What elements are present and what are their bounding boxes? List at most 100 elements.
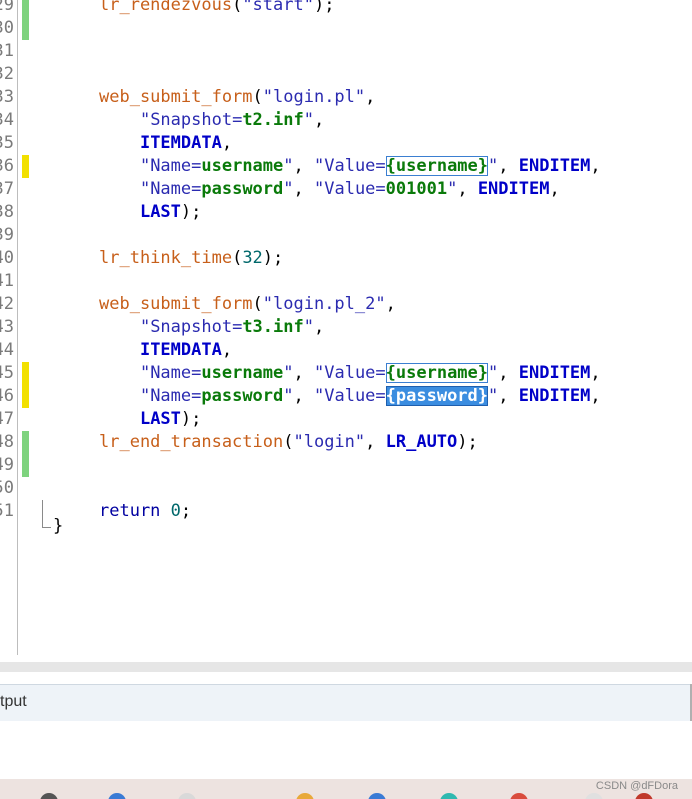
browser-icon[interactable] <box>40 793 58 799</box>
code-token: password <box>201 386 284 406</box>
code-token: ENDITEM <box>518 386 591 406</box>
code-token: "login" <box>293 432 366 452</box>
code-token: , <box>365 432 386 452</box>
code-token: "login.pl_2" <box>262 294 386 314</box>
code-line[interactable]: lr_rendezvous("start"); <box>99 0 334 17</box>
code-token: , <box>293 363 314 383</box>
code-token: " <box>283 156 294 176</box>
code-token: , <box>221 340 233 360</box>
chat-icon[interactable] <box>440 793 458 799</box>
code-line[interactable]: return 0; <box>99 500 191 523</box>
code-token: , <box>457 179 478 199</box>
chrome-icon[interactable] <box>510 793 528 799</box>
line-number: 32 <box>0 64 14 84</box>
code-token: ( <box>232 248 243 268</box>
line-number: 36 <box>0 156 14 176</box>
code-token: 0 <box>170 501 181 521</box>
line-number: 41 <box>0 271 14 291</box>
code-token: "Value= <box>314 363 386 383</box>
code-token: "Value= <box>314 386 386 406</box>
code-token: ENDITEM <box>518 156 591 176</box>
code-line[interactable]: LAST); <box>99 201 201 224</box>
parameter-token[interactable]: {username} <box>385 156 489 176</box>
code-line[interactable]: "Name=username", "Value={username}", END… <box>99 155 601 178</box>
line-number: 33 <box>0 87 14 107</box>
code-token: ); <box>262 248 284 268</box>
gutter-divider <box>17 0 18 655</box>
code-line[interactable]: "Snapshot=t3.inf", <box>99 316 324 339</box>
closing-brace: } <box>53 516 64 536</box>
code-line[interactable]: "Snapshot=t2.inf", <box>99 109 324 132</box>
line-number: 37 <box>0 179 14 199</box>
code-line[interactable]: lr_end_transaction("login", LR_AUTO); <box>99 431 478 454</box>
code-token: , <box>498 156 519 176</box>
code-line[interactable]: web_submit_form("login.pl", <box>99 86 375 109</box>
line-number: 44 <box>0 340 14 360</box>
output-panel-body[interactable] <box>0 721 692 779</box>
code-token: "Name= <box>139 363 202 383</box>
code-line[interactable]: LAST); <box>99 408 201 431</box>
code-line[interactable]: "Name=username", "Value={username}", END… <box>99 362 601 385</box>
output-panel-title: tput <box>0 693 27 710</box>
line-number: 51 <box>0 501 14 521</box>
code-token: "Snapshot= <box>139 317 243 337</box>
code-token: , <box>221 133 233 153</box>
doc-icon[interactable] <box>585 793 603 799</box>
line-number: 38 <box>0 202 14 222</box>
code-token: "start" <box>242 0 314 15</box>
code-token: "Name= <box>139 156 202 176</box>
code-line[interactable]: web_submit_form("login.pl_2", <box>99 293 396 316</box>
code-token: , <box>498 386 519 406</box>
line-number: 48 <box>0 432 14 452</box>
code-line[interactable]: ITEMDATA, <box>99 132 232 155</box>
line-number: 45 <box>0 363 14 383</box>
code-token: " <box>488 156 499 176</box>
code-token: lr_end_transaction <box>99 432 284 452</box>
code-token: ( <box>252 87 263 107</box>
parameter-token[interactable]: {password} <box>385 386 489 406</box>
settings-icon[interactable] <box>368 793 386 799</box>
watermark: CSDN @dFDora <box>595 780 678 792</box>
pinned-icon[interactable] <box>635 793 653 799</box>
code-token: , <box>313 110 325 130</box>
code-line[interactable]: ITEMDATA, <box>99 339 232 362</box>
code-token: ITEMDATA <box>139 340 222 360</box>
code-token: LAST <box>139 202 181 222</box>
code-token: " <box>488 386 499 406</box>
code-token: " <box>303 317 314 337</box>
code-line[interactable]: "Name=password", "Value={password}", END… <box>99 385 601 408</box>
code-line[interactable]: lr_think_time(32); <box>99 247 283 270</box>
code-editor[interactable]: 29 30 31 32 33 34 35 36 37 38 39 40 41 42 43 44 45 46 47 48… <box>0 0 692 662</box>
taskbar <box>0 779 692 799</box>
line-number: 35 <box>0 133 14 153</box>
change-marker <box>22 155 29 178</box>
line-number: 40 <box>0 248 14 268</box>
line-number: 39 <box>0 225 14 245</box>
code-token: , <box>385 294 396 314</box>
code-token: lr_rendezvous <box>99 0 233 15</box>
code-token: ); <box>180 202 202 222</box>
app-icon[interactable] <box>178 793 196 799</box>
line-number: 42 <box>0 294 14 314</box>
code-token: , <box>549 179 560 199</box>
line-number: 31 <box>0 41 14 61</box>
change-marker <box>22 362 29 385</box>
code-token: , <box>590 363 601 383</box>
folder-icon[interactable] <box>296 793 314 799</box>
code-token: ( <box>252 294 263 314</box>
code-line[interactable]: "Name=password", "Value=001001", ENDITEM… <box>99 178 560 201</box>
code-token: LAST <box>139 409 181 429</box>
code-token: " <box>283 363 294 383</box>
files-icon[interactable] <box>108 793 126 799</box>
change-marker <box>22 0 29 17</box>
parameter-token[interactable]: {username} <box>385 363 489 383</box>
output-panel-header[interactable]: tput <box>0 684 692 722</box>
code-token: lr_think_time <box>99 248 233 268</box>
panel-splitter[interactable] <box>0 662 692 672</box>
code-token: 32 <box>242 248 263 268</box>
line-number: 43 <box>0 317 14 337</box>
